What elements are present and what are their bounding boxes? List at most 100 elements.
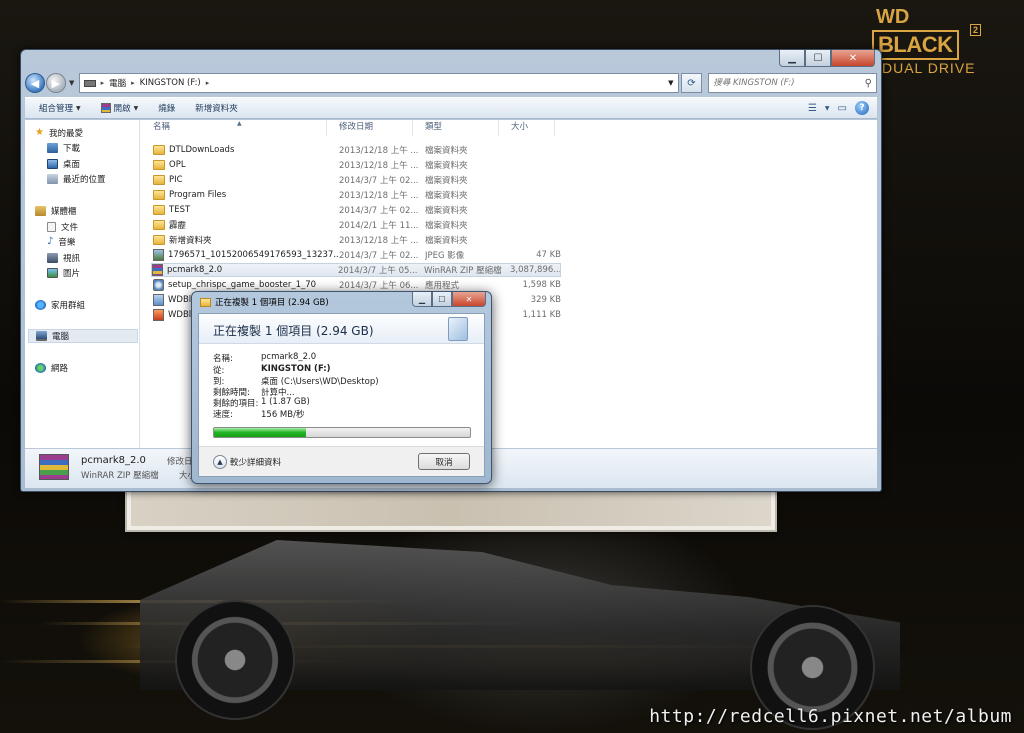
file-row[interactable]: 新增資料夾 2013/12/18 上午 ... 檔案資料夾 [153,233,561,247]
search-box[interactable]: ⚲ [708,73,877,93]
file-row[interactable]: DTLDownLoads 2013/12/18 上午 ... 檔案資料夾 [153,143,561,157]
file-name: DTLDownLoads [153,145,339,155]
nav-network[interactable]: 網路 [35,361,68,375]
column-date[interactable]: 修改日期 [327,120,413,136]
file-date: 2014/3/7 上午 06... [339,281,419,291]
recent-pages-dropdown[interactable]: ▼ [67,79,77,87]
file-row[interactable]: 霹靂 2014/2/1 上午 11... 檔案資料夾 [153,218,561,232]
column-name[interactable]: 名稱 ▲ [141,120,327,136]
breadcrumb-kingston[interactable]: KINGSTON (F:) [140,78,201,88]
preview-pane-icon[interactable]: ▭ [838,103,847,114]
file-row[interactable]: OPL 2013/12/18 上午 ... 檔案資料夾 [153,158,561,172]
homegroup-icon [35,300,46,310]
close-button[interactable]: ✕ [831,50,875,67]
file-name: 霹靂 [153,219,339,231]
nav-documents[interactable]: 文件 [47,220,78,234]
file-name: setup_chrispc_game_booster_1_70 [153,279,339,291]
file-name: 1796571_10152006549176593_13237... [153,249,339,261]
minimize-button[interactable]: ▁ [779,50,805,67]
chevron-right-icon[interactable]: ▸ [206,79,210,87]
back-button[interactable]: ◀ [25,73,45,93]
file-row[interactable]: pcmark8_2.0 2014/3/7 上午 05... WinRAR ZIP 壓… [151,263,561,277]
nav-downloads[interactable]: 下載 [47,141,80,155]
nav-favorites[interactable]: ★ 我的最愛 [35,126,83,140]
chevron-down-icon: ▼ [76,104,81,112]
file-date: 2014/3/7 上午 02... [339,206,419,216]
watermark-url: http://redcell6.pixnet.net/album [649,706,1012,727]
music-icon: ♪ [47,236,54,247]
less-details-toggle[interactable]: ▲ 較少詳細資料 [213,455,281,469]
nav-computer[interactable]: 電腦 [28,329,138,343]
breadcrumb-computer[interactable]: 電腦 [109,77,126,89]
nav-libraries[interactable]: 媒體櫃 [35,204,77,218]
copy-progress-bar [213,427,471,438]
dialog-maximize-button[interactable]: ☐ [432,292,452,307]
red-file-icon [153,309,164,321]
file-name: pcmark8_2.0 [152,264,338,276]
view-options-icon[interactable]: ☰ [808,103,817,114]
libraries-icon [35,206,46,216]
forward-button[interactable]: ▶ [45,73,66,93]
star-icon: ★ [35,127,44,138]
nav-desktop[interactable]: 桌面 [47,157,80,171]
nav-pictures[interactable]: 圖片 [47,266,80,280]
file-row[interactable]: 1796571_10152006549176593_13237... 2014/3… [153,248,561,262]
file-size: 329 KB [530,295,561,305]
downloads-icon [47,143,58,153]
file-date: 2014/3/7 上午 02... [339,251,419,261]
address-bar[interactable]: ▸ 電腦 ▸ KINGSTON (F:) ▸ ▼ [78,73,679,93]
exe-file-icon [153,279,164,291]
command-bar: 組合管理 ▼ 開啟 ▼ 燒錄 新增資料夾 ☰ ▼ ▭ ? [25,97,877,119]
nav-videos[interactable]: 視訊 [47,251,80,265]
dialog-close-button[interactable]: ✕ [452,292,486,307]
dialog-heading: 正在複製 1 個項目 (2.94 GB) [213,324,374,338]
file-row[interactable]: setup_chrispc_game_booster_1_70 2014/3/7 … [153,278,561,292]
help-icon[interactable]: ? [855,101,869,115]
details-file-name: pcmark8_2.0 [81,455,146,466]
file-type: 應用程式 [425,281,460,291]
new-folder-button[interactable]: 新增資料夾 [189,100,244,116]
file-row[interactable]: TEST 2014/3/7 上午 02... 檔案資料夾 [153,203,561,217]
refresh-button[interactable]: ⟳ [680,73,703,93]
chevron-right-icon[interactable]: ▸ [131,79,135,87]
dialog-minimize-button[interactable]: ▁ [412,292,432,307]
burn-button[interactable]: 燒錄 [152,100,181,116]
chevron-right-icon[interactable]: ▸ [101,79,105,87]
file-type: 檔案資料夾 [425,176,468,186]
progress-fill [214,428,307,437]
desktop-icon [47,159,58,169]
column-size[interactable]: 大小 [499,120,555,136]
dialog-content: 正在複製 1 個項目 (2.94 GB) 名稱: pcmark8_2.0 從: … [198,313,485,477]
address-dropdown[interactable]: ▼ [668,79,673,87]
chevron-down-icon[interactable]: ▼ [825,105,830,112]
file-date: 2013/12/18 上午 ... [339,191,419,201]
document-icon [47,222,56,232]
nav-homegroup[interactable]: 家用群組 [35,298,85,312]
file-row[interactable]: Program Files 2013/12/18 上午 ... 檔案資料夾 [153,188,561,202]
file-type: 檔案資料夾 [425,221,468,231]
search-icon[interactable]: ⚲ [865,78,872,89]
network-icon [35,363,46,373]
img2-file-icon [153,294,164,306]
file-type: JPEG 影像 [425,251,465,261]
pictures-icon [47,268,58,278]
nav-music[interactable]: ♪ 音樂 [47,235,75,249]
file-row[interactable]: PIC 2014/3/7 上午 02... 檔案資料夾 [153,173,561,187]
cancel-button[interactable]: 取消 [418,453,470,470]
open-button[interactable]: 開啟 ▼ [95,100,145,116]
search-input[interactable] [713,78,865,88]
car-wheel [175,600,295,720]
file-type: 檔案資料夾 [425,146,468,156]
details-modified-label: 修改日 [167,457,193,467]
maximize-button[interactable]: ☐ [805,50,831,67]
file-size: 1,598 KB [522,280,561,290]
organize-button[interactable]: 組合管理 ▼ [33,100,87,116]
file-date: 2013/12/18 上午 ... [339,161,419,171]
file-date: 2013/12/18 上午 ... [339,146,419,156]
column-type[interactable]: 類型 [413,120,499,136]
nav-recent[interactable]: 最近的位置 [47,172,106,186]
details-file-type: WinRAR ZIP 壓縮檔 [81,471,159,481]
jpg-file-icon [153,249,164,261]
column-headers: 名稱 ▲ 修改日期 類型 大小 [141,120,877,136]
video-icon [47,253,58,263]
